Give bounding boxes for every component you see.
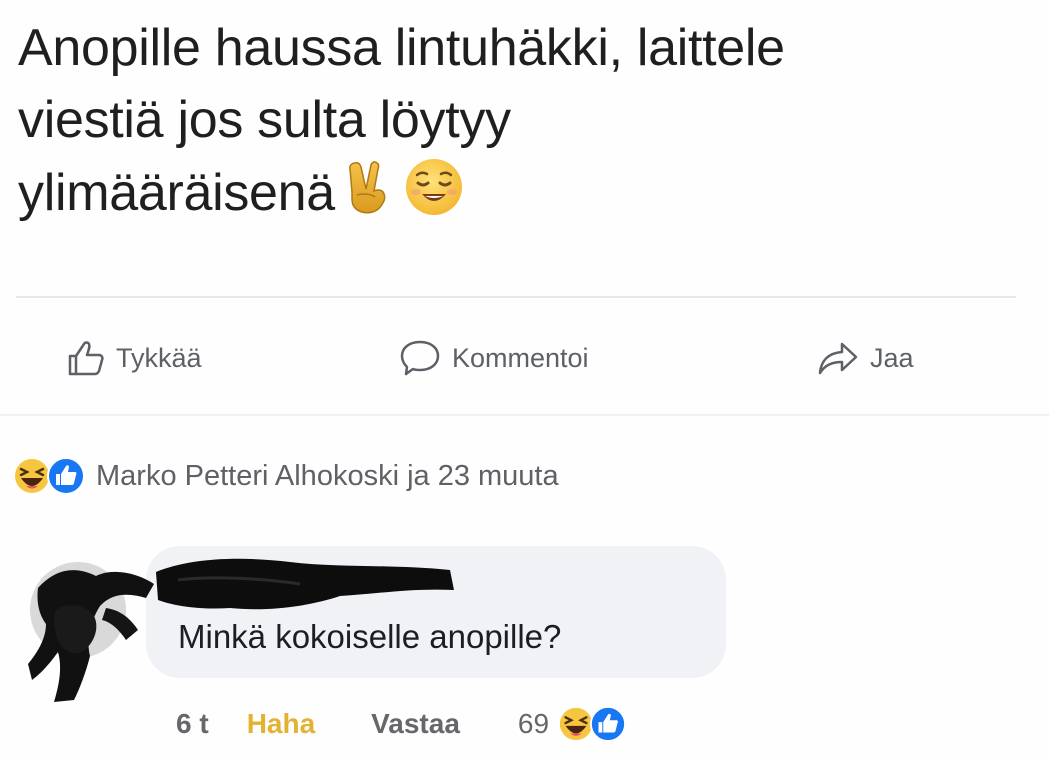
facebook-post: Anopille haussa lintuhäkki, laittele vie… [0, 0, 1049, 759]
like-reaction-icon [590, 705, 627, 743]
comment-button[interactable]: Kommentoi [398, 330, 589, 386]
like-label: Tykkää [116, 342, 202, 373]
post-text: Anopille haussa lintuhäkki, laittele vie… [18, 12, 1028, 237]
reactions-summary-text: Marko Petteri Alhokoski ja 23 muuta [96, 459, 559, 492]
reply-button[interactable]: Vastaa [371, 708, 460, 740]
redacted-author-name[interactable] [150, 550, 470, 620]
action-bar-divider [0, 414, 1049, 416]
like-reaction-icon [47, 457, 85, 495]
comment-reaction-count[interactable]: 69 [518, 708, 549, 740]
share-button[interactable]: Jaa [816, 330, 914, 386]
relieved-face-icon [403, 156, 465, 237]
redacted-avatar[interactable] [16, 548, 166, 708]
comment-timestamp[interactable]: 6 t [176, 708, 209, 740]
victory-hand-icon [343, 159, 395, 234]
reactions-summary[interactable]: Marko Petteri Alhokoski ja 23 muuta [12, 454, 559, 498]
comment-text: Minkä kokoiselle anopille? [178, 618, 562, 655]
post-text-line-3: ylimääräisenä [18, 156, 1028, 237]
thumbs-up-icon [68, 341, 104, 376]
comment-reaction-button[interactable]: Haha [247, 708, 315, 740]
comment-bubble-icon [400, 340, 440, 376]
post-action-bar: Tykkää Kommentoi Jaa [0, 330, 1049, 386]
comment-meta: 6 t Haha Vastaa 69 [176, 702, 627, 746]
comment-label: Kommentoi [452, 342, 589, 373]
post-text-line-2: viestiä jos sulta löytyy [18, 91, 511, 149]
post-text-line-3-text: ylimääräisenä [18, 164, 335, 223]
comment-reaction-icons[interactable] [557, 705, 627, 743]
share-arrow-icon [818, 342, 858, 375]
share-label: Jaa [870, 342, 914, 373]
reaction-icons [12, 456, 86, 496]
post-text-line-1: Anopille haussa lintuhäkki, laittele [18, 19, 785, 77]
like-button[interactable]: Tykkää [66, 330, 202, 386]
post-divider [16, 296, 1016, 298]
